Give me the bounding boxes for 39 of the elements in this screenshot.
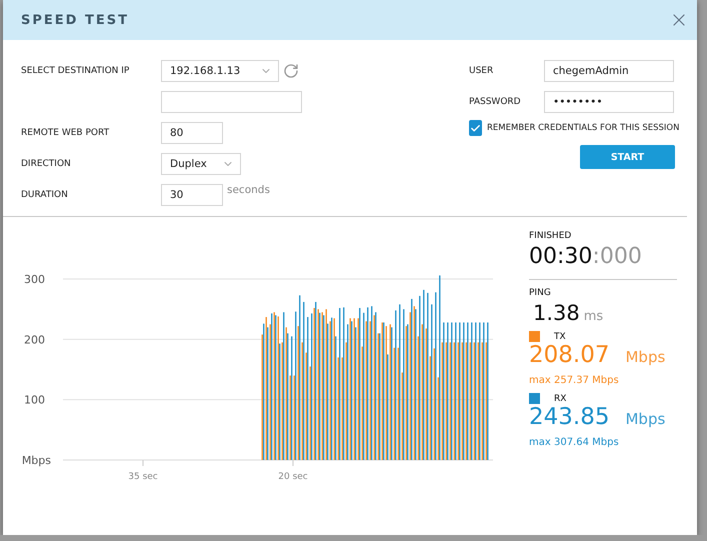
check-icon — [470, 122, 481, 134]
axis-label: 100 — [24, 394, 45, 407]
field-label: PASSWORD — [469, 97, 522, 107]
input-field[interactable]: 80 — [161, 122, 223, 144]
axis-label: 300 — [24, 273, 45, 286]
finished-label: FINISHED — [529, 231, 572, 241]
field-label: SELECT DESTINATION IP — [21, 66, 130, 76]
checkbox[interactable] — [469, 120, 482, 136]
input-field[interactable]: 30 — [161, 184, 223, 206]
axis-label: 20 sec — [278, 472, 308, 482]
ping-unit: ms — [584, 309, 604, 324]
checkbox-label: REMEMBER CREDENTIALS FOR THIS SESSION — [487, 123, 680, 133]
axis-title: Mbps — [22, 454, 51, 467]
legend-label: TX — [554, 332, 566, 342]
input-field[interactable]: chegemAdmin — [544, 60, 674, 82]
dropdown[interactable]: 192.168.1.13 — [161, 60, 279, 82]
input-field[interactable] — [161, 91, 302, 113]
axis-label: 35 sec — [128, 472, 158, 482]
axis-label: 200 — [24, 333, 45, 346]
ping-label: PING — [529, 288, 552, 298]
max-rate: max 307.64 Mbps — [529, 437, 619, 448]
max-rate: max 257.37 Mbps — [529, 375, 619, 386]
elapsed-fraction: :000 — [592, 244, 642, 269]
rate-unit: Mbps — [625, 348, 666, 366]
legend-label: RX — [554, 394, 566, 404]
unit-label: seconds — [227, 184, 270, 196]
rate-value: 243.85 — [529, 404, 610, 430]
ping-value: 1.38 — [533, 301, 580, 325]
window-title: SPEED TEST — [21, 12, 129, 28]
rate-unit: Mbps — [625, 410, 666, 428]
rate-value: 208.07 — [529, 342, 610, 368]
field-label: DIRECTION — [21, 159, 72, 169]
field-label: USER — [469, 66, 494, 76]
field-label: DURATION — [21, 190, 69, 200]
refresh-icon[interactable] — [283, 63, 299, 79]
input-field[interactable]: •••••••• — [544, 91, 674, 113]
dropdown[interactable]: Duplex — [161, 153, 241, 175]
elapsed-time: 00:30 — [529, 244, 592, 269]
field-label: REMOTE WEB PORT — [21, 128, 110, 138]
